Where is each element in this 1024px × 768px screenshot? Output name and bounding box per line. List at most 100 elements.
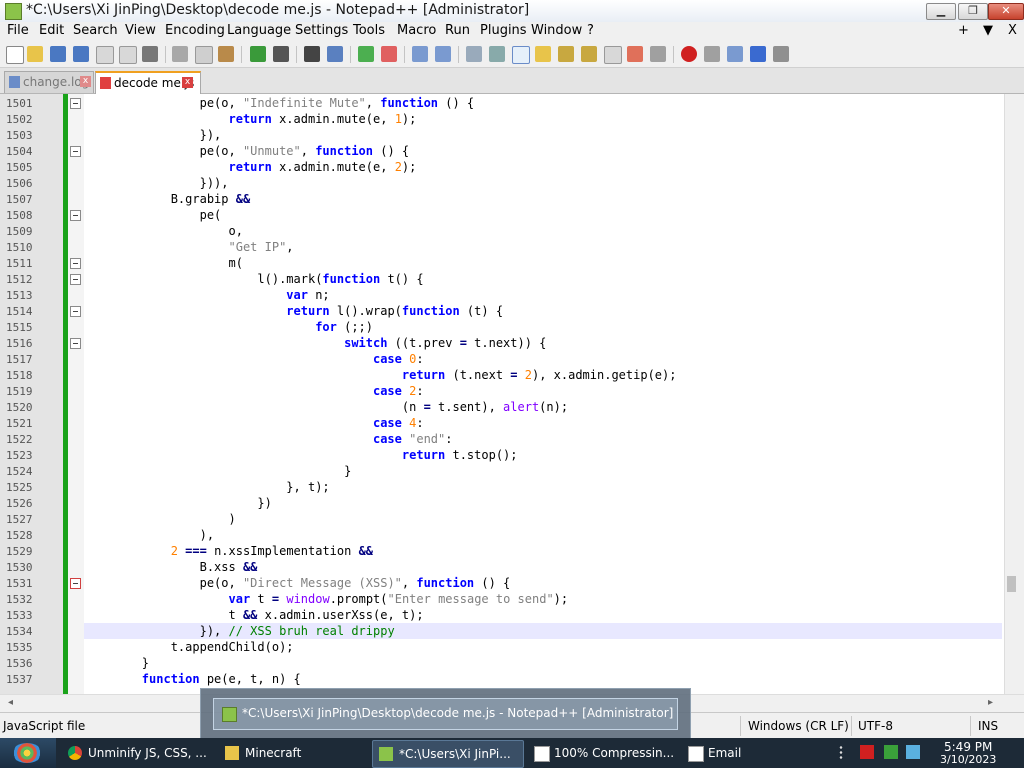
clock-time[interactable]: 5:49 PM	[944, 740, 992, 754]
minimize-button[interactable]: ▁	[926, 3, 956, 20]
menu-settings[interactable]: Settings	[295, 23, 348, 38]
code-line[interactable]: var n;	[84, 288, 329, 302]
menu-tools[interactable]: Tools	[353, 23, 385, 38]
taskbar-item-notepadpp[interactable]: *C:\Users\Xi JinPi...	[372, 740, 524, 768]
close-all-icon[interactable]	[119, 46, 137, 64]
fold-toggle-icon[interactable]	[70, 338, 81, 349]
code-line[interactable]: }	[84, 656, 149, 670]
taskbar-item-compressing[interactable]: 100% Compressin...	[528, 740, 676, 766]
tab-list-dropdown-button[interactable]: ▼	[983, 23, 993, 38]
fold-toggle-icon[interactable]	[70, 210, 81, 221]
close-file-icon[interactable]	[96, 46, 114, 64]
code-line[interactable]: case 2:	[84, 384, 424, 398]
tab-decode-me-js[interactable]: decode me.js x	[95, 71, 201, 94]
code-line[interactable]: o,	[84, 224, 242, 238]
code-line[interactable]: }	[84, 464, 351, 478]
typing-mode[interactable]: INS	[978, 719, 998, 733]
code-line[interactable]: return x.admin.mute(e, 2);	[84, 160, 417, 174]
network-icon[interactable]	[884, 745, 898, 759]
save-macro-icon[interactable]	[773, 46, 789, 62]
menu-encoding[interactable]: Encoding	[165, 23, 225, 38]
tab-close-icon[interactable]: x	[182, 77, 193, 88]
code-line[interactable]: "Get IP",	[84, 240, 294, 254]
code-line[interactable]: }),	[84, 128, 222, 142]
show-hidden-icons-icon[interactable]	[838, 745, 844, 759]
paste-icon[interactable]	[218, 46, 234, 62]
vertical-scrollbar-thumb[interactable]	[1007, 576, 1016, 592]
indent-guide-icon[interactable]	[512, 46, 530, 64]
action-center-flag-icon[interactable]	[860, 745, 874, 759]
vertical-scrollbar[interactable]	[1004, 94, 1024, 694]
code-line[interactable]: B.grabip &&	[84, 192, 250, 206]
eol-format[interactable]: Windows (CR LF)	[748, 719, 849, 733]
tab-close-icon[interactable]: x	[80, 76, 91, 87]
taskbar-item-chrome[interactable]: Unminify JS, CSS, ...	[62, 740, 212, 766]
fold-toggle-icon[interactable]	[70, 274, 81, 285]
maximize-button[interactable]: ❐	[958, 3, 988, 20]
code-line[interactable]: return (t.next = 2), x.admin.getip(e);	[84, 368, 677, 382]
code-line[interactable]: case 0:	[84, 352, 424, 366]
record-macro-icon[interactable]	[681, 46, 697, 62]
zoom-out-icon[interactable]	[381, 46, 397, 62]
code-line[interactable]: })),	[84, 176, 229, 190]
code-line[interactable]: })	[84, 496, 271, 510]
menu-plugins[interactable]: Plugins	[480, 23, 527, 38]
close-document-button[interactable]: X	[1008, 23, 1017, 38]
scroll-right-arrow-icon[interactable]: ▸	[988, 697, 993, 708]
replace-icon[interactable]	[327, 46, 343, 62]
code-line[interactable]: switch ((t.prev = t.next)) {	[84, 336, 546, 350]
code-line[interactable]: l().mark(function t() {	[84, 272, 423, 286]
save-icon[interactable]	[50, 46, 66, 62]
code-line[interactable]: for (;;)	[84, 320, 373, 334]
code-line[interactable]: }, t);	[84, 480, 329, 494]
menu-window[interactable]: Window	[531, 23, 582, 38]
code-line[interactable]: return l().wrap(function (t) {	[84, 304, 503, 318]
folder-as-workspace-icon[interactable]	[604, 46, 622, 64]
menu-search[interactable]: Search	[73, 23, 118, 38]
taskbar-item-email[interactable]: Email	[682, 740, 832, 766]
fold-toggle-icon[interactable]	[70, 98, 81, 109]
preview-window-item[interactable]: *C:\Users\Xi JinPing\Desktop\decode me.j…	[213, 698, 678, 730]
save-all-icon[interactable]	[73, 46, 89, 62]
code-line[interactable]: m(	[84, 256, 242, 270]
code-editor[interactable]: pe(o, "Indefinite Mute", function () { r…	[0, 94, 1024, 694]
cut-icon[interactable]	[172, 46, 188, 62]
zoom-in-icon[interactable]	[358, 46, 374, 62]
redo-icon[interactable]	[273, 46, 289, 62]
start-button[interactable]	[0, 738, 56, 768]
code-line[interactable]: function pe(e, t, n) {	[84, 672, 301, 686]
fold-toggle-icon[interactable]	[70, 146, 81, 157]
menu-macro[interactable]: Macro	[397, 23, 436, 38]
show-all-characters-icon[interactable]	[489, 46, 505, 62]
clock-date[interactable]: 3/10/2023	[940, 753, 996, 766]
function-list-icon[interactable]	[581, 46, 597, 62]
code-line[interactable]: case 4:	[84, 416, 424, 430]
menu-view[interactable]: View	[125, 23, 156, 38]
copy-icon[interactable]	[195, 46, 213, 64]
print-icon[interactable]	[142, 46, 158, 62]
new-tab-plus-button[interactable]: +	[958, 23, 969, 38]
code-line[interactable]: pe(o, "Direct Message (XSS)", function (…	[84, 576, 511, 590]
new-file-icon[interactable]	[6, 46, 24, 64]
document-map-icon[interactable]	[558, 46, 574, 62]
play-macro-icon[interactable]	[727, 46, 743, 62]
tab-change-log[interactable]: change.log x	[4, 71, 94, 93]
code-line[interactable]: 2 === n.xssImplementation &&	[84, 544, 373, 558]
user-language-icon[interactable]	[535, 46, 551, 62]
view-icon[interactable]	[650, 46, 666, 62]
word-wrap-icon[interactable]	[466, 46, 482, 62]
menu-help[interactable]: ?	[587, 23, 594, 38]
taskbar-item-minecraft[interactable]: Minecraft	[219, 740, 367, 766]
stop-macro-icon[interactable]	[704, 46, 720, 62]
monitoring-icon[interactable]	[627, 46, 643, 62]
menu-edit[interactable]: Edit	[39, 23, 64, 38]
code-line[interactable]: (n = t.sent), alert(n);	[84, 400, 568, 414]
code-line[interactable]: B.xss &&	[84, 560, 258, 574]
code-line[interactable]: pe(o, "Unmute", function () {	[84, 144, 410, 158]
code-line[interactable]: ),	[84, 528, 214, 542]
code-line[interactable]: )	[84, 512, 235, 526]
code-line[interactable]: }), // XSS bruh real drippy	[84, 624, 395, 638]
fold-toggle-icon[interactable]	[70, 578, 81, 589]
run-macro-multiple-icon[interactable]	[750, 46, 766, 62]
volume-icon[interactable]	[906, 745, 920, 759]
